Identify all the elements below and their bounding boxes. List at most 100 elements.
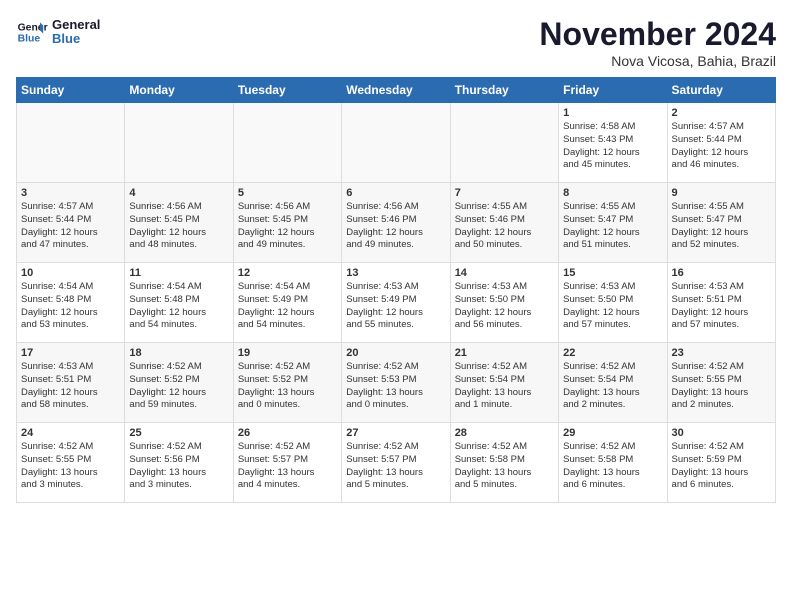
- day-info: Sunrise: 4:56 AMSunset: 5:45 PMDaylight:…: [129, 201, 228, 252]
- calendar-week-row: 10 Sunrise: 4:54 AMSunset: 5:48 PMDayligh…: [17, 263, 776, 343]
- day-info: Sunrise: 4:52 AMSunset: 5:53 PMDaylight:…: [346, 361, 445, 412]
- calendar-cell: 8 Sunrise: 4:55 AMSunset: 5:47 PMDaylight…: [559, 183, 667, 263]
- logo: General Blue General Blue: [16, 16, 100, 48]
- day-number: 9: [672, 187, 771, 199]
- day-info: Sunrise: 4:52 AMSunset: 5:59 PMDaylight:…: [672, 441, 771, 492]
- day-info: Sunrise: 4:56 AMSunset: 5:45 PMDaylight:…: [238, 201, 337, 252]
- calendar-table: SundayMondayTuesdayWednesdayThursdayFrid…: [16, 77, 776, 503]
- calendar-cell: 11Sunrise: 4:54 AMSunset: 5:48 PMDayligh…: [125, 263, 233, 343]
- calendar-cell: 7 Sunrise: 4:55 AMSunset: 5:46 PMDaylight…: [450, 183, 558, 263]
- day-number: 6: [346, 187, 445, 199]
- calendar-cell: 18 Sunrise: 4:52 AMSunset: 5:52 PMDayligh…: [125, 343, 233, 423]
- svg-text:General: General: [18, 22, 48, 33]
- day-number: 4: [129, 187, 228, 199]
- svg-text:Blue: Blue: [18, 34, 41, 45]
- header-row: SundayMondayTuesdayWednesdayThursdayFrid…: [17, 78, 776, 103]
- calendar-cell: 26Sunrise: 4:52 AMSunset: 5:57 PMDayligh…: [233, 423, 341, 503]
- logo-line1: General: [52, 18, 100, 32]
- day-number: 22: [563, 347, 662, 359]
- calendar-cell: [233, 103, 341, 183]
- day-header: Monday: [125, 78, 233, 103]
- day-info: Sunrise: 4:53 AMSunset: 5:51 PMDaylight:…: [21, 361, 120, 412]
- day-number: 27: [346, 427, 445, 439]
- calendar-cell: 10 Sunrise: 4:54 AMSunset: 5:48 PMDayligh…: [17, 263, 125, 343]
- logo-line2: Blue: [52, 32, 100, 46]
- day-number: 24: [21, 427, 120, 439]
- calendar-cell: 19 Sunrise: 4:52 AMSunset: 5:52 PMDayligh…: [233, 343, 341, 423]
- month-title: November 2024: [539, 16, 776, 53]
- calendar-cell: 27 Sunrise: 4:52 AMSunset: 5:57 PMDayligh…: [342, 423, 450, 503]
- day-number: 17: [21, 347, 120, 359]
- day-number: 20: [346, 347, 445, 359]
- calendar-cell: 22 Sunrise: 4:52 AMSunset: 5:54 PMDayligh…: [559, 343, 667, 423]
- header: General Blue General Blue November 2024 …: [16, 16, 776, 69]
- day-info: Sunrise: 4:53 AMSunset: 5:50 PMDaylight:…: [455, 281, 554, 332]
- calendar-cell: 29 Sunrise: 4:52 AMSunset: 5:58 PMDayligh…: [559, 423, 667, 503]
- day-number: 12: [238, 267, 337, 279]
- calendar-cell: 30 Sunrise: 4:52 AMSunset: 5:59 PMDayligh…: [667, 423, 775, 503]
- day-info: Sunrise: 4:55 AMSunset: 5:46 PMDaylight:…: [455, 201, 554, 252]
- day-number: 5: [238, 187, 337, 199]
- calendar-cell: 9Sunrise: 4:55 AMSunset: 5:47 PMDaylight…: [667, 183, 775, 263]
- day-number: 7: [455, 187, 554, 199]
- day-header: Thursday: [450, 78, 558, 103]
- day-info: Sunrise: 4:52 AMSunset: 5:52 PMDaylight:…: [238, 361, 337, 412]
- day-number: 16: [672, 267, 771, 279]
- calendar-week-row: 3 Sunrise: 4:57 AMSunset: 5:44 PMDaylight…: [17, 183, 776, 263]
- day-number: 8: [563, 187, 662, 199]
- day-number: 29: [563, 427, 662, 439]
- calendar-cell: [125, 103, 233, 183]
- calendar-week-row: 17 Sunrise: 4:53 AMSunset: 5:51 PMDayligh…: [17, 343, 776, 423]
- calendar-cell: [17, 103, 125, 183]
- day-header: Sunday: [17, 78, 125, 103]
- day-info: Sunrise: 4:57 AMSunset: 5:44 PMDaylight:…: [21, 201, 120, 252]
- day-number: 13: [346, 267, 445, 279]
- calendar-cell: 17 Sunrise: 4:53 AMSunset: 5:51 PMDayligh…: [17, 343, 125, 423]
- page-container: General Blue General Blue November 2024 …: [0, 0, 792, 511]
- day-info: Sunrise: 4:52 AMSunset: 5:58 PMDaylight:…: [563, 441, 662, 492]
- day-header: Tuesday: [233, 78, 341, 103]
- calendar-cell: 6 Sunrise: 4:56 AMSunset: 5:46 PMDaylight…: [342, 183, 450, 263]
- day-number: 14: [455, 267, 554, 279]
- day-info: Sunrise: 4:55 AMSunset: 5:47 PMDaylight:…: [563, 201, 662, 252]
- day-number: 19: [238, 347, 337, 359]
- calendar-cell: 23 Sunrise: 4:52 AMSunset: 5:55 PMDayligh…: [667, 343, 775, 423]
- day-info: Sunrise: 4:52 AMSunset: 5:54 PMDaylight:…: [563, 361, 662, 412]
- day-info: Sunrise: 4:56 AMSunset: 5:46 PMDaylight:…: [346, 201, 445, 252]
- calendar-week-row: 1 Sunrise: 4:58 AMSunset: 5:43 PMDaylight…: [17, 103, 776, 183]
- day-number: 28: [455, 427, 554, 439]
- day-number: 10: [21, 267, 120, 279]
- day-info: Sunrise: 4:52 AMSunset: 5:57 PMDaylight:…: [346, 441, 445, 492]
- location: Nova Vicosa, Bahia, Brazil: [539, 53, 776, 69]
- day-number: 1: [563, 107, 662, 119]
- day-info: Sunrise: 4:58 AMSunset: 5:43 PMDaylight:…: [563, 121, 662, 172]
- calendar-cell: 16Sunrise: 4:53 AMSunset: 5:51 PMDayligh…: [667, 263, 775, 343]
- calendar-cell: 5 Sunrise: 4:56 AMSunset: 5:45 PMDaylight…: [233, 183, 341, 263]
- day-number: 30: [672, 427, 771, 439]
- calendar-cell: 14 Sunrise: 4:53 AMSunset: 5:50 PMDayligh…: [450, 263, 558, 343]
- day-number: 15: [563, 267, 662, 279]
- day-info: Sunrise: 4:53 AMSunset: 5:50 PMDaylight:…: [563, 281, 662, 332]
- calendar-cell: 25Sunrise: 4:52 AMSunset: 5:56 PMDayligh…: [125, 423, 233, 503]
- calendar-cell: 20 Sunrise: 4:52 AMSunset: 5:53 PMDayligh…: [342, 343, 450, 423]
- day-header: Saturday: [667, 78, 775, 103]
- calendar-cell: 24Sunrise: 4:52 AMSunset: 5:55 PMDayligh…: [17, 423, 125, 503]
- day-info: Sunrise: 4:52 AMSunset: 5:56 PMDaylight:…: [129, 441, 228, 492]
- calendar-cell: 3 Sunrise: 4:57 AMSunset: 5:44 PMDaylight…: [17, 183, 125, 263]
- day-info: Sunrise: 4:54 AMSunset: 5:48 PMDaylight:…: [21, 281, 120, 332]
- day-info: Sunrise: 4:52 AMSunset: 5:55 PMDaylight:…: [672, 361, 771, 412]
- day-info: Sunrise: 4:57 AMSunset: 5:44 PMDaylight:…: [672, 121, 771, 172]
- calendar-cell: 1 Sunrise: 4:58 AMSunset: 5:43 PMDaylight…: [559, 103, 667, 183]
- day-number: 18: [129, 347, 228, 359]
- calendar-cell: 15 Sunrise: 4:53 AMSunset: 5:50 PMDayligh…: [559, 263, 667, 343]
- day-number: 23: [672, 347, 771, 359]
- calendar-cell: 12 Sunrise: 4:54 AMSunset: 5:49 PMDayligh…: [233, 263, 341, 343]
- day-info: Sunrise: 4:54 AMSunset: 5:48 PMDaylight:…: [129, 281, 228, 332]
- day-info: Sunrise: 4:54 AMSunset: 5:49 PMDaylight:…: [238, 281, 337, 332]
- day-number: 2: [672, 107, 771, 119]
- calendar-cell: 21Sunrise: 4:52 AMSunset: 5:54 PMDayligh…: [450, 343, 558, 423]
- day-number: 3: [21, 187, 120, 199]
- day-number: 26: [238, 427, 337, 439]
- day-info: Sunrise: 4:52 AMSunset: 5:52 PMDaylight:…: [129, 361, 228, 412]
- calendar-week-row: 24Sunrise: 4:52 AMSunset: 5:55 PMDayligh…: [17, 423, 776, 503]
